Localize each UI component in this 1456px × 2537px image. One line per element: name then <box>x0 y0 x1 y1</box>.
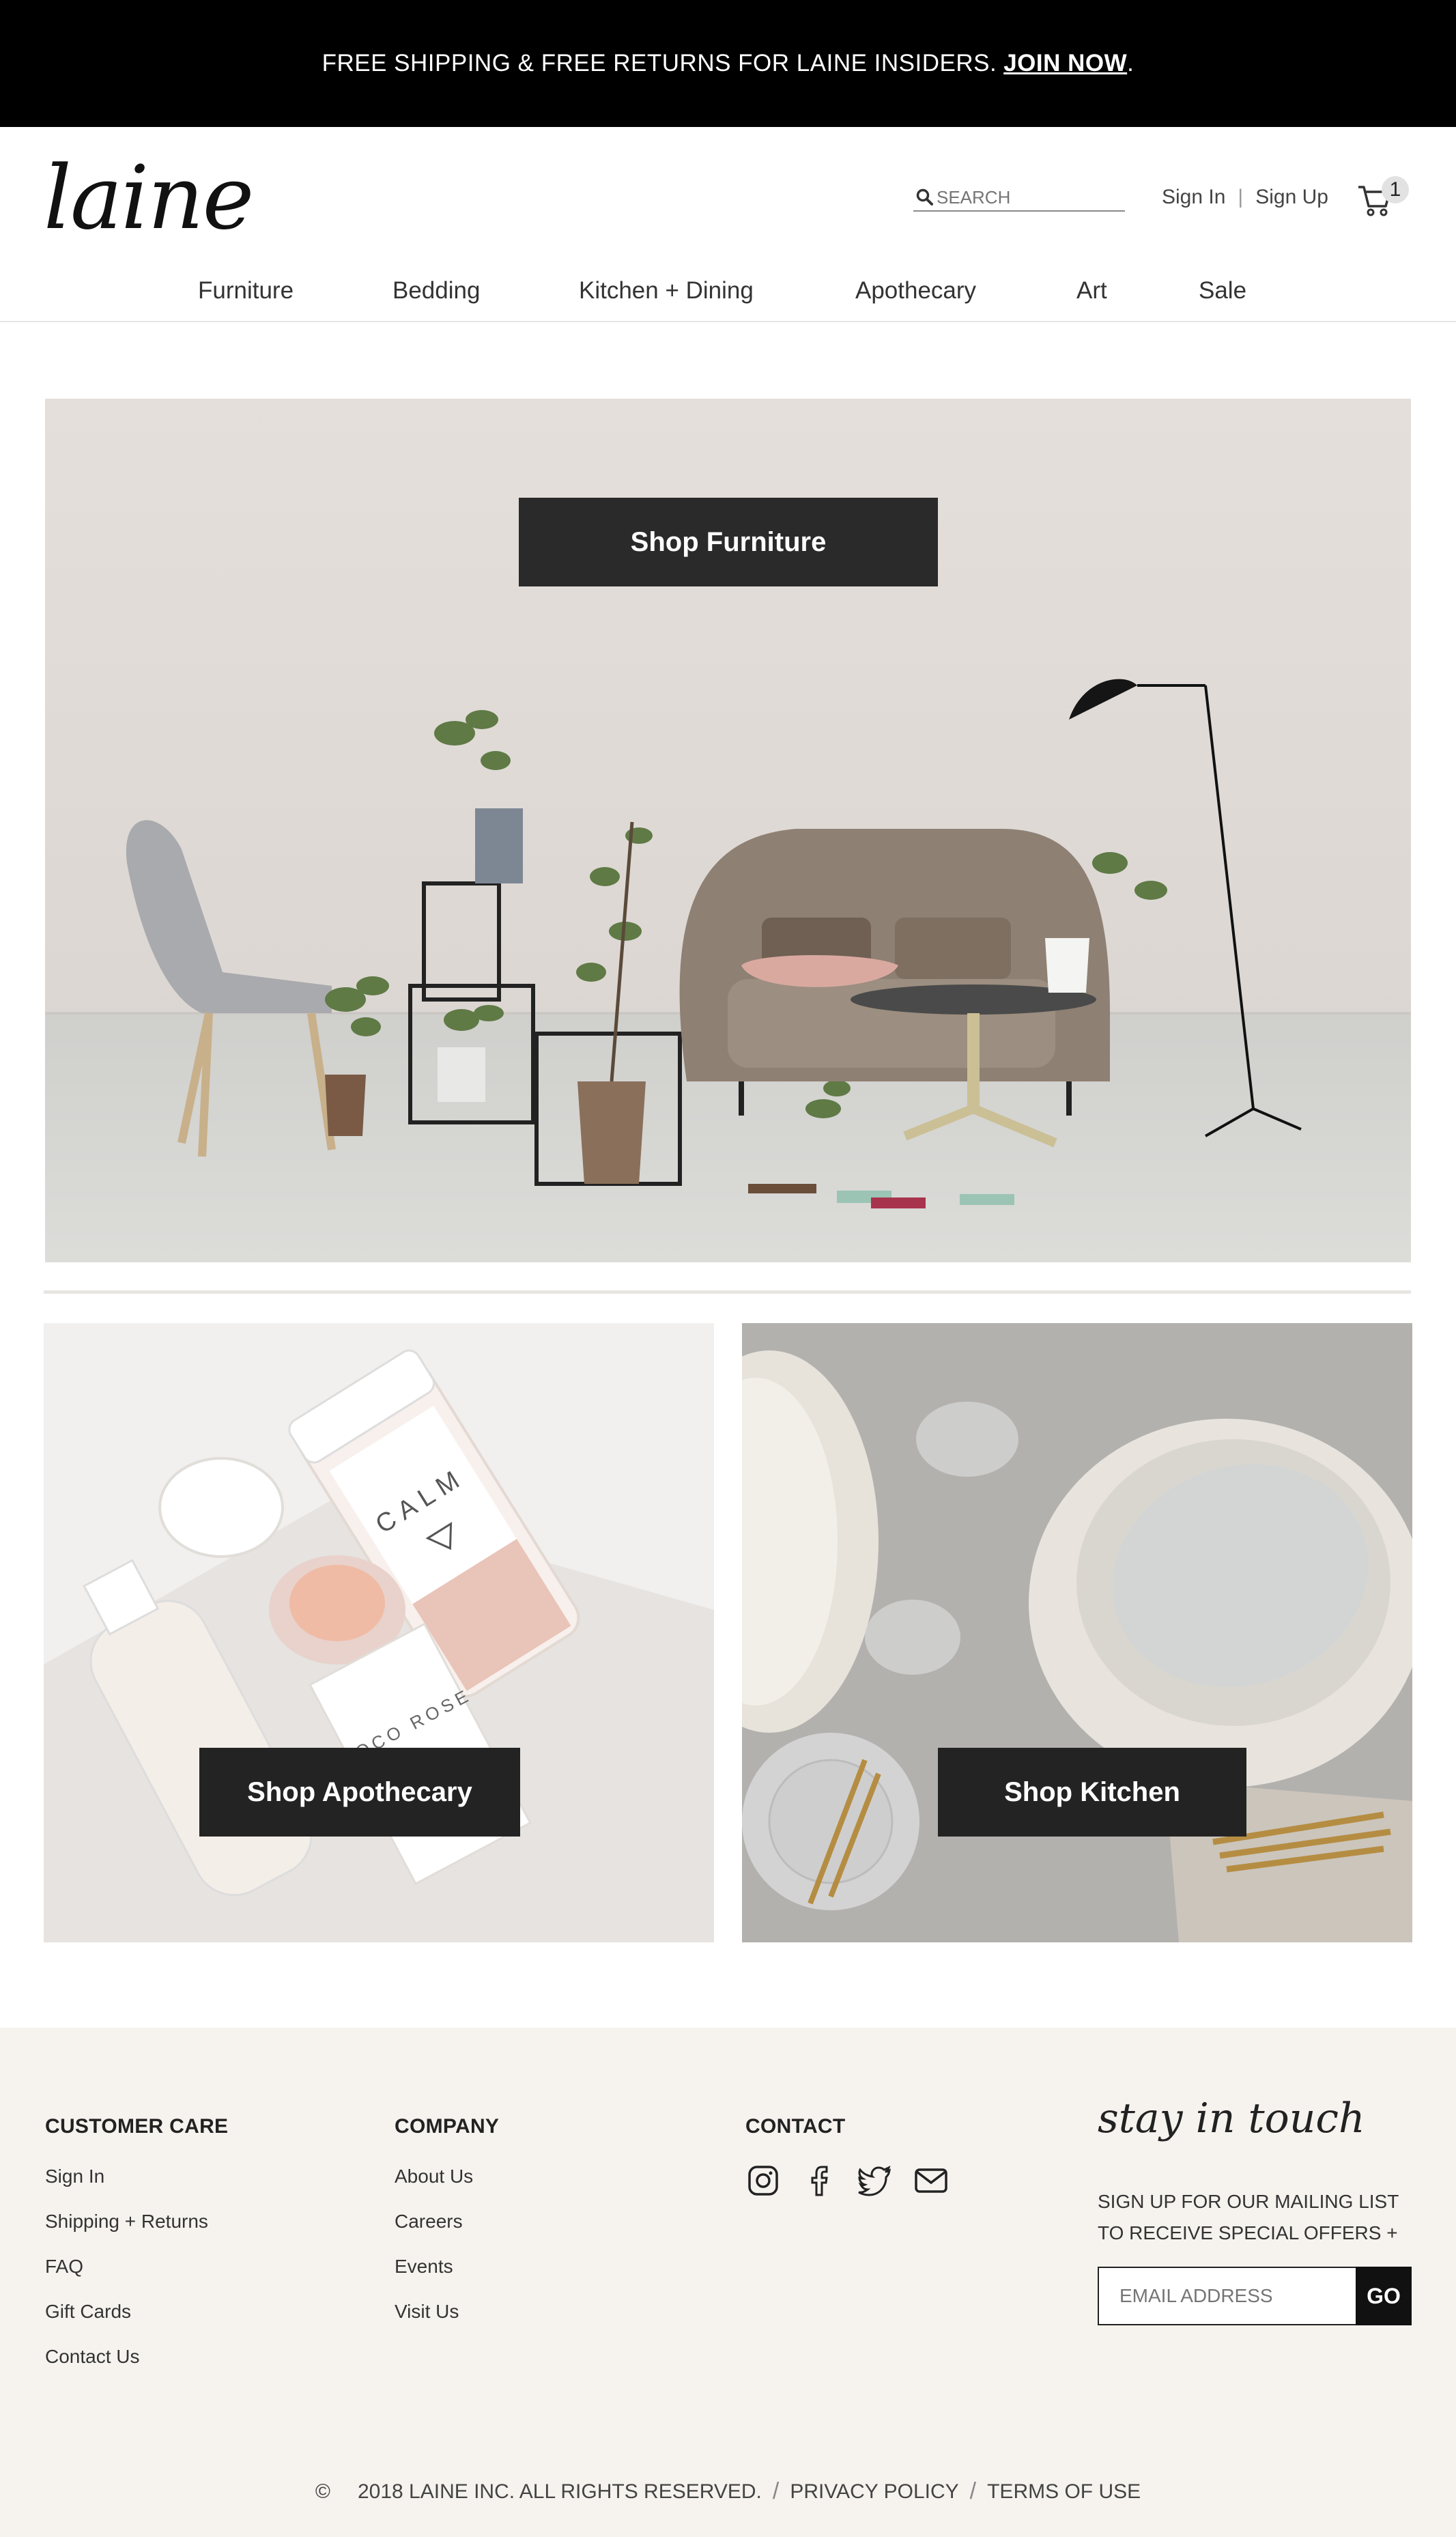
announcement-bar: FREE SHIPPING & FREE RETURNS FOR LAINE I… <box>0 0 1456 127</box>
shop-apothecary-button[interactable]: Shop Apothecary <box>199 1748 520 1837</box>
announcement-suffix: . <box>1127 50 1134 76</box>
social-links <box>745 2163 949 2198</box>
search-input[interactable] <box>937 186 1114 208</box>
legal-separator: / <box>969 2478 977 2504</box>
cart-button[interactable]: 1 <box>1356 176 1409 221</box>
customer-care-column: CUSTOMER CARE Sign In Shipping + Returns… <box>45 2115 228 2391</box>
kitchen-tile[interactable]: Shop Kitchen <box>742 1323 1412 1942</box>
apothecary-image: CALM COCO ROSE <box>44 1323 714 1942</box>
brand-logo[interactable]: laine <box>44 147 254 249</box>
shop-furniture-button[interactable]: Shop Furniture <box>519 498 938 586</box>
legal-separator: / <box>772 2478 780 2504</box>
footer-link-about-us[interactable]: About Us <box>395 2166 499 2187</box>
email-input[interactable] <box>1119 2285 1345 2307</box>
auth-separator: | <box>1238 186 1244 208</box>
twitter-icon[interactable] <box>857 2163 893 2198</box>
footer-link-faq[interactable]: FAQ <box>45 2256 228 2278</box>
kitchen-image <box>742 1323 1412 1942</box>
mail-icon[interactable] <box>913 2163 949 2198</box>
cart-count-badge: 1 <box>1382 176 1409 203</box>
nav-item-apothecary[interactable]: Apothecary <box>855 277 976 304</box>
nav-item-art[interactable]: Art <box>1076 277 1107 304</box>
footer-link-visit-us[interactable]: Visit Us <box>395 2301 499 2323</box>
newsletter-text: SIGN UP FOR OUR MAILING LIST TO RECEIVE … <box>1098 2191 1399 2243</box>
join-now-link[interactable]: JOIN NOW <box>1003 50 1127 77</box>
copyright-text: 2018 LAINE INC. ALL RIGHTS RESERVED. <box>357 2480 762 2503</box>
contact-heading: CONTACT <box>745 2115 846 2138</box>
legal-bar: © 2018 LAINE INC. ALL RIGHTS RESERVED. /… <box>0 2478 1456 2505</box>
announcement-text: FREE SHIPPING & FREE RETURNS FOR LAINE I… <box>322 50 997 76</box>
facebook-icon[interactable] <box>801 2163 837 2198</box>
sign-in-link[interactable]: Sign In <box>1162 186 1225 209</box>
nav-item-sale[interactable]: Sale <box>1199 277 1246 304</box>
sign-up-link[interactable]: Sign Up <box>1255 186 1328 209</box>
hero-banner[interactable]: Shop Furniture <box>45 399 1411 1262</box>
instagram-icon[interactable] <box>745 2163 781 2198</box>
search-bar[interactable] <box>913 184 1125 212</box>
newsletter-go-button[interactable]: GO <box>1356 2267 1412 2325</box>
newsletter-title: stay in touch <box>1098 2095 1365 2142</box>
footer-link-contact-us[interactable]: Contact Us <box>45 2346 228 2368</box>
footer-link-sign-in[interactable]: Sign In <box>45 2166 228 2187</box>
contact-column: CONTACT <box>745 2115 949 2198</box>
privacy-policy-link[interactable]: PRIVACY POLICY <box>790 2480 958 2504</box>
footer-link-events[interactable]: Events <box>395 2256 499 2278</box>
email-field-wrapper[interactable] <box>1098 2267 1357 2325</box>
customer-care-heading: CUSTOMER CARE <box>45 2115 229 2138</box>
terms-of-use-link[interactable]: TERMS OF USE <box>987 2480 1141 2504</box>
section-divider <box>44 1290 1411 1294</box>
copyright-symbol: © <box>315 2480 330 2503</box>
nav-item-kitchen-dining[interactable]: Kitchen + Dining <box>579 277 754 304</box>
site-header: laine Sign In | Sign Up 1 Furniture Bedd… <box>0 127 1456 322</box>
account-links: Sign In | Sign Up <box>1162 186 1328 209</box>
shop-kitchen-button[interactable]: Shop Kitchen <box>938 1748 1246 1837</box>
nav-item-furniture[interactable]: Furniture <box>198 277 294 304</box>
nav-item-bedding[interactable]: Bedding <box>392 277 480 304</box>
apothecary-tile[interactable]: CALM COCO ROSE Shop Apothecary <box>44 1323 714 1942</box>
company-column: COMPANY About Us Careers Events Visit Us <box>395 2115 499 2346</box>
footer-link-careers[interactable]: Careers <box>395 2211 499 2233</box>
company-heading: COMPANY <box>395 2115 500 2138</box>
footer-link-gift-cards[interactable]: Gift Cards <box>45 2301 228 2323</box>
site-footer: CUSTOMER CARE Sign In Shipping + Returns… <box>0 2028 1456 2537</box>
footer-link-shipping-returns[interactable]: Shipping + Returns <box>45 2211 228 2233</box>
search-icon[interactable] <box>913 186 937 209</box>
